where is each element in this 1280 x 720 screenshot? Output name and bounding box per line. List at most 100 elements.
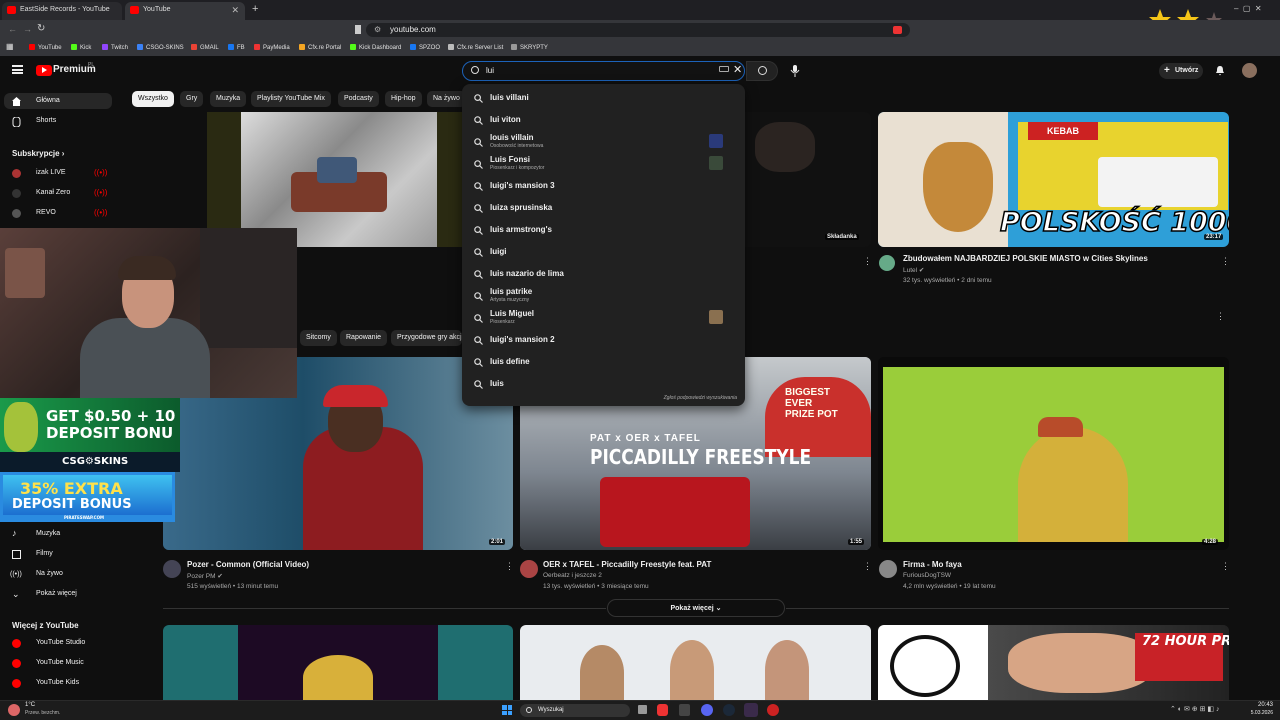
new-tab-icon[interactable]: + xyxy=(252,3,258,15)
task-view-icon[interactable] xyxy=(638,705,647,714)
channel-name[interactable]: FuriousDogTSW xyxy=(903,572,951,579)
search-suggestion[interactable]: luis armstrong's xyxy=(462,219,745,241)
more-options-icon[interactable]: ⋮ xyxy=(1216,311,1225,322)
search-suggestion[interactable]: luiza sprusinska xyxy=(462,197,745,219)
search-suggestion[interactable]: Luis Fonsi Piosenkarz i kompozytor xyxy=(462,153,745,175)
search-button[interactable] xyxy=(746,61,778,81)
show-more-button[interactable]: Pokaż więcej ⌄ xyxy=(607,599,785,617)
bookmark-kick[interactable]: Kick xyxy=(71,44,91,51)
apps-grid-icon[interactable]: ▦ xyxy=(6,42,14,51)
video-title[interactable]: Firma - Mo faya xyxy=(903,560,962,569)
close-tab-icon[interactable]: ✕ xyxy=(231,2,239,18)
search-suggestion[interactable]: luis define xyxy=(462,351,745,373)
sidebar-item-films[interactable]: Filmy xyxy=(0,546,160,562)
bookmark-icon[interactable] xyxy=(355,25,361,34)
video-title[interactable]: Zbudowałem NAJBARDZIEJ POLSKIE MIASTO w … xyxy=(903,254,1148,263)
channel-avatar[interactable] xyxy=(879,560,897,578)
menu-icon[interactable] xyxy=(12,65,23,74)
channel-avatar[interactable] xyxy=(520,560,538,578)
report-suggestions-link[interactable]: Zgłoś podpowiedzi wyszukiwania xyxy=(664,395,737,401)
chip-action-adventure[interactable]: Przygodowe gry akcji xyxy=(391,330,462,346)
sidebar-item-yt-music[interactable]: YouTube Music xyxy=(0,655,160,671)
search-input[interactable]: lui ✕ xyxy=(462,61,745,81)
sidebar-item-yt-studio[interactable]: YouTube Studio xyxy=(0,635,160,651)
search-suggestion[interactable]: luis patrike Artysta muzyczny xyxy=(462,285,745,307)
discord-icon[interactable] xyxy=(701,704,713,716)
chip-mix[interactable]: Playlisty YouTube Mix xyxy=(251,91,331,107)
video-thumbnail[interactable] xyxy=(163,625,513,700)
sidebar-show-more[interactable]: ⌄ Pokaż więcej xyxy=(0,586,160,602)
brave-app-icon[interactable] xyxy=(657,704,668,716)
more-options-icon[interactable]: ⋮ xyxy=(1221,561,1230,572)
chip-sitcoms[interactable]: Sitcomy xyxy=(300,330,337,346)
sidebar-sub-revo[interactable]: REVO ((•)) xyxy=(0,205,160,221)
url-field[interactable]: ⚙ youtube.com xyxy=(366,23,910,37)
app-icon[interactable] xyxy=(744,703,758,717)
site-settings-icon[interactable]: ⚙ xyxy=(374,23,381,37)
channel-avatar[interactable] xyxy=(879,255,895,271)
sidebar-sub-kanal-zero[interactable]: Kanał Zero ((•)) xyxy=(0,185,160,201)
back-icon[interactable]: ← xyxy=(8,24,17,34)
video-thumbnail[interactable]: KEBAB POLSKOŚĆ 1000% 23:17 xyxy=(878,112,1229,247)
bookmark-gmail[interactable]: GMAIL xyxy=(191,44,219,51)
video-thumbnail[interactable] xyxy=(520,625,871,700)
video-thumbnail[interactable]: 4:28 xyxy=(878,357,1229,550)
bookmark-kick-dashboard[interactable]: Kick Dashboard xyxy=(350,44,401,51)
search-suggestion[interactable]: luigi's mansion 2 xyxy=(462,329,745,351)
chip-podcasts[interactable]: Podcasty xyxy=(338,91,379,107)
bookmark-skrypty[interactable]: SKRYPTY xyxy=(511,44,548,51)
sidebar-item-music[interactable]: ♪ Muzyka xyxy=(0,526,160,542)
bookmark-spzoo[interactable]: SPZOO xyxy=(410,44,440,51)
more-options-icon[interactable]: ⋮ xyxy=(1221,256,1230,267)
window-controls[interactable]: – ▢ ✕ xyxy=(1234,4,1262,13)
chip-music[interactable]: Muzyka xyxy=(210,91,247,107)
subscriptions-heading[interactable]: Subskrypcje › xyxy=(12,149,64,158)
channel-name[interactable]: Pozer PM ✔ xyxy=(187,572,223,580)
reload-icon[interactable]: ↻ xyxy=(37,23,45,34)
browser-tab-active[interactable]: YouTube ✕ xyxy=(125,2,245,20)
more-options-icon[interactable]: ⋮ xyxy=(505,561,514,572)
bookmark-youtube[interactable]: YouTube xyxy=(29,44,62,51)
bookmark-cfx-portal[interactable]: Cfx.re Portal xyxy=(299,44,341,51)
sidebar-item-home[interactable]: Główna xyxy=(4,93,112,109)
windows-start-icon[interactable] xyxy=(502,705,512,715)
sidebar-sub-izak[interactable]: izak LIVE ((•)) xyxy=(0,165,160,181)
video-thumbnail[interactable]: 72 HOUR PROJECT xyxy=(878,625,1229,700)
weather-icon[interactable] xyxy=(8,704,20,716)
chip-games[interactable]: Gry xyxy=(180,91,204,107)
search-suggestion[interactable]: Luis Miguel Piosenkarz xyxy=(462,307,745,329)
bookmark-twitch[interactable]: Twitch xyxy=(102,44,128,51)
search-suggestion[interactable]: louis villain Osobowość internetowa xyxy=(462,131,745,153)
system-tray-icons[interactable]: ⌃ ◐ ✉ ⊕ ⊞ ◧ ♪ xyxy=(1170,705,1219,713)
avatar[interactable] xyxy=(1242,63,1257,78)
forward-icon[interactable]: → xyxy=(23,24,32,34)
chip-rap[interactable]: Rapowanie xyxy=(340,330,388,346)
taskbar-search[interactable]: Wyszukaj xyxy=(520,704,630,717)
video-title[interactable]: Pozer - Common (Official Video) xyxy=(187,560,309,569)
sidebar-item-live[interactable]: ((•)) Na żywo xyxy=(0,566,160,582)
more-options-icon[interactable]: ⋮ xyxy=(863,256,872,267)
bookmark-csgo-skins[interactable]: CSGO-SKINS xyxy=(137,44,184,51)
steam-icon[interactable] xyxy=(723,704,735,716)
search-suggestion[interactable]: luigi xyxy=(462,241,745,263)
bookmark-paymedia[interactable]: PayMedia xyxy=(254,44,290,51)
sidebar-item-shorts[interactable]: Shorts xyxy=(0,113,160,129)
clear-search-icon[interactable]: ✕ xyxy=(733,63,742,76)
browser-tab[interactable]: EastSide Records - YouTube xyxy=(2,2,122,20)
search-suggestion[interactable]: luis nazario de lima xyxy=(462,263,745,285)
search-suggestion[interactable]: luis villani xyxy=(462,87,745,109)
chip-live[interactable]: Na żywo xyxy=(427,91,466,107)
bookmark-fb[interactable]: FB xyxy=(228,44,245,51)
search-suggestion[interactable]: luigi's mansion 3 xyxy=(462,175,745,197)
bookmark-cfx-server-list[interactable]: Cfx.re Server List xyxy=(448,44,503,51)
video-title[interactable]: OER x TAFEL - Piccadilly Freestyle feat.… xyxy=(543,560,711,569)
sidebar-item-yt-kids[interactable]: YouTube Kids xyxy=(0,675,160,691)
app-icon[interactable] xyxy=(679,704,690,716)
keyboard-icon[interactable] xyxy=(719,66,729,72)
video-thumbnail[interactable]: Składanka xyxy=(745,112,871,247)
create-button[interactable]: + Utwórz xyxy=(1159,63,1203,79)
channel-name[interactable]: Oerbeatz i jeszcze 2 xyxy=(543,572,602,579)
notifications-bell-icon[interactable] xyxy=(1215,65,1225,76)
obs-icon[interactable] xyxy=(767,704,779,716)
brave-shield-icon[interactable] xyxy=(893,26,902,34)
